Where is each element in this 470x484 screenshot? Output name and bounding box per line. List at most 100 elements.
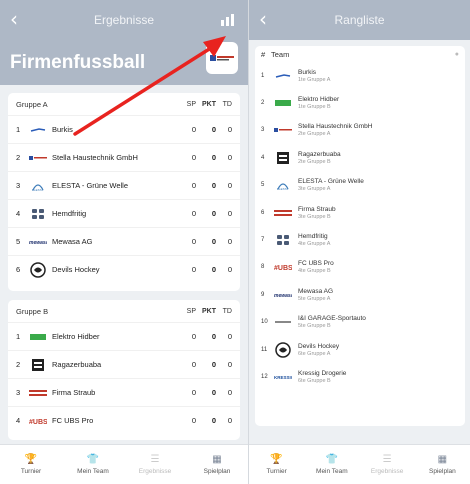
elektro-logo-icon <box>28 330 48 344</box>
ubs-logo-icon: #UBS <box>273 260 293 274</box>
tab-mein-team[interactable]: 👕 Mein Team <box>62 445 124 484</box>
rank-number: 1 <box>261 72 265 79</box>
ragazer-logo-icon <box>28 358 48 372</box>
pkt-value: 0 <box>211 237 216 246</box>
sp-value: 0 <box>191 209 196 218</box>
table-row[interactable]: 3 Firma Straub 0 0 0 <box>8 378 240 406</box>
tab-ergebnisse[interactable]: ☰ Ergebnisse <box>360 445 415 484</box>
rank-number: 4 <box>16 209 21 218</box>
ranking-card: # Team ● 1 Burkis 1te Gruppe A 2 Elektro Hid… <box>255 46 465 426</box>
team-column-header: Team <box>271 49 290 59</box>
group-placement: 5te Gruppe A <box>298 295 331 302</box>
svg-text:mewasa: mewasa <box>29 240 47 245</box>
group-a-card: Gruppe A SP PKT TD 1 Burkis 0 0 0 2 Stella Hau… <box>8 93 240 291</box>
table-row[interactable]: 2 Stella Haustechnik GmbH 0 0 0 <box>8 143 240 171</box>
rank-number: 1 <box>16 332 21 341</box>
ranking-row[interactable]: 5 ELESTA ELESTA - Grüne Welle 3te Gruppe A <box>255 172 465 199</box>
td-value: 0 <box>227 181 232 190</box>
table-row[interactable]: 4 #UBS FC UBS Pro 0 0 0 <box>8 406 240 434</box>
team-name: Burkis <box>52 125 73 134</box>
pkt-column-header: PKT <box>202 307 216 315</box>
rank-number: 2 <box>16 153 21 162</box>
ranking-row[interactable]: 9 mewasa Mewasa AG 5te Gruppe A <box>255 281 465 308</box>
table-row[interactable]: 6 Devils Hockey 0 0 0 <box>8 255 240 283</box>
ranking-row[interactable]: 1 Burkis 1te Gruppe A <box>255 62 465 89</box>
group-b-header: Gruppe B SP PKT TD <box>8 300 240 322</box>
group-placement: 6te Gruppe A <box>298 350 331 357</box>
ranking-row[interactable]: 12 KRESSIG Kressig Drogerie6te Gruppe B <box>255 363 465 390</box>
team-name: Devils Hockey <box>298 342 340 350</box>
rank-number: 10 <box>261 319 268 326</box>
pkt-value: 0 <box>211 181 216 190</box>
team-name: Burkis <box>298 68 317 76</box>
tab-spielplan[interactable]: ▦ Spielplan <box>186 445 248 484</box>
tab-label: Mein Team <box>77 467 109 475</box>
ranking-row[interactable]: 4 Ragazerbuaba 2te Gruppe B <box>255 144 465 171</box>
bar-chart-icon[interactable] <box>221 14 234 26</box>
hemdfritig-logo-icon <box>273 233 293 247</box>
sp-value: 0 <box>191 125 196 134</box>
back-button[interactable]: ‹ <box>10 7 18 31</box>
back-button[interactable]: ‹ <box>259 7 267 31</box>
tab-turnier[interactable]: 🏆 Turnier <box>0 445 62 484</box>
results-topbar: ‹ Ergebnisse <box>0 0 248 40</box>
table-row[interactable]: 1 Elektro Hidber 0 0 0 <box>8 322 240 350</box>
table-row[interactable]: 5 mewasa Mewasa AG 0 0 0 <box>8 227 240 255</box>
team-name: Hemdfritig <box>298 233 328 241</box>
group-placement: 3te Gruppe A <box>298 186 331 193</box>
bottom-tab-bar: 🏆 Turnier 👕 Mein Team ☰ Ergebnisse ▦ Spielplan <box>249 444 470 484</box>
group-placement: 1te Gruppe B <box>298 104 331 111</box>
ubs-logo-icon: #UBS <box>28 414 48 428</box>
ranking-row[interactable]: 6 Firma Straub 3te Gruppe B <box>255 199 465 226</box>
ranking-screen: ‹ Rangliste # Team ● 1 Burkis 1te Gruppe A… <box>248 0 470 484</box>
ranking-row[interactable]: 2 Elektro Hidber 1te Gruppe B <box>255 89 465 116</box>
shirt-icon: 👕 <box>325 454 339 465</box>
info-dot-icon: ● <box>454 50 459 58</box>
results-title: Ergebnisse <box>93 13 155 27</box>
rank-number: 2 <box>261 100 265 107</box>
rank-number: 5 <box>16 237 21 246</box>
tab-spielplan[interactable]: ▦ Spielplan <box>415 445 470 484</box>
table-row[interactable]: 2 Ragazerbuaba 0 0 0 <box>8 350 240 378</box>
table-row[interactable]: 1 Burkis 0 0 0 <box>8 115 240 143</box>
group-placement: 4te Gruppe A <box>298 241 331 248</box>
ranking-row[interactable]: 8 #UBS FC UBS Pro 4te Gruppe B <box>255 254 465 281</box>
ranking-row[interactable]: 7 Hemdfritig 4te Gruppe A <box>255 226 465 253</box>
straub-logo-icon <box>273 206 293 220</box>
team-name: Stella Haustechnik GmbH <box>298 123 373 131</box>
shirt-icon: 👕 <box>86 454 100 465</box>
tab-ergebnisse[interactable]: ☰ Ergebnisse <box>124 445 186 484</box>
group-b-card: Gruppe B SP PKT TD 1 Elektro Hidber 0 0 0 2 Ra… <box>8 300 240 440</box>
rank-number: 8 <box>261 264 265 271</box>
pkt-column-header: PKT <box>202 100 216 108</box>
td-value: 0 <box>227 125 232 134</box>
rank-number: 11 <box>261 346 268 353</box>
team-name: Ragazerbuaba <box>298 150 341 158</box>
group-placement: 1te Gruppe A <box>298 76 331 83</box>
burkis-logo-icon <box>273 69 293 83</box>
ranking-row[interactable]: 10 I&I GARAGE-Sportauto 5te Gruppe B <box>255 309 465 336</box>
table-row[interactable]: 4 Hemdfritig 0 0 0 <box>8 199 240 227</box>
tab-mein-team[interactable]: 👕 Mein Team <box>304 445 359 484</box>
rank-number: 3 <box>16 388 21 397</box>
rank-number: 3 <box>16 181 21 190</box>
pkt-value: 0 <box>211 125 216 134</box>
rank-number: 2 <box>16 360 21 369</box>
td-value: 0 <box>227 265 232 274</box>
list-icon: ☰ <box>150 454 160 465</box>
team-name: Firma Straub <box>52 388 96 397</box>
pkt-value: 0 <box>211 265 216 274</box>
group-a-name: Gruppe A <box>16 99 48 109</box>
tab-label: Ergebnisse <box>138 467 172 475</box>
tab-label: Turnier <box>20 467 42 475</box>
tab-turnier[interactable]: 🏆 Turnier <box>249 445 304 484</box>
ranking-topbar: ‹ Rangliste <box>249 0 470 40</box>
ranking-row[interactable]: 11 Devils Hockey 6te Gruppe A <box>255 336 465 363</box>
td-value: 0 <box>227 153 232 162</box>
ranking-row[interactable]: 3 Stella Haustechnik GmbH 2te Gruppe A <box>255 117 465 144</box>
rank-number: 6 <box>261 209 265 216</box>
table-row[interactable]: 3 ELESTA ELESTA - Grüne Welle 0 0 0 <box>8 171 240 199</box>
pkt-value: 0 <box>211 209 216 218</box>
tab-label: Mein Team <box>316 467 348 475</box>
sp-value: 0 <box>191 360 196 369</box>
